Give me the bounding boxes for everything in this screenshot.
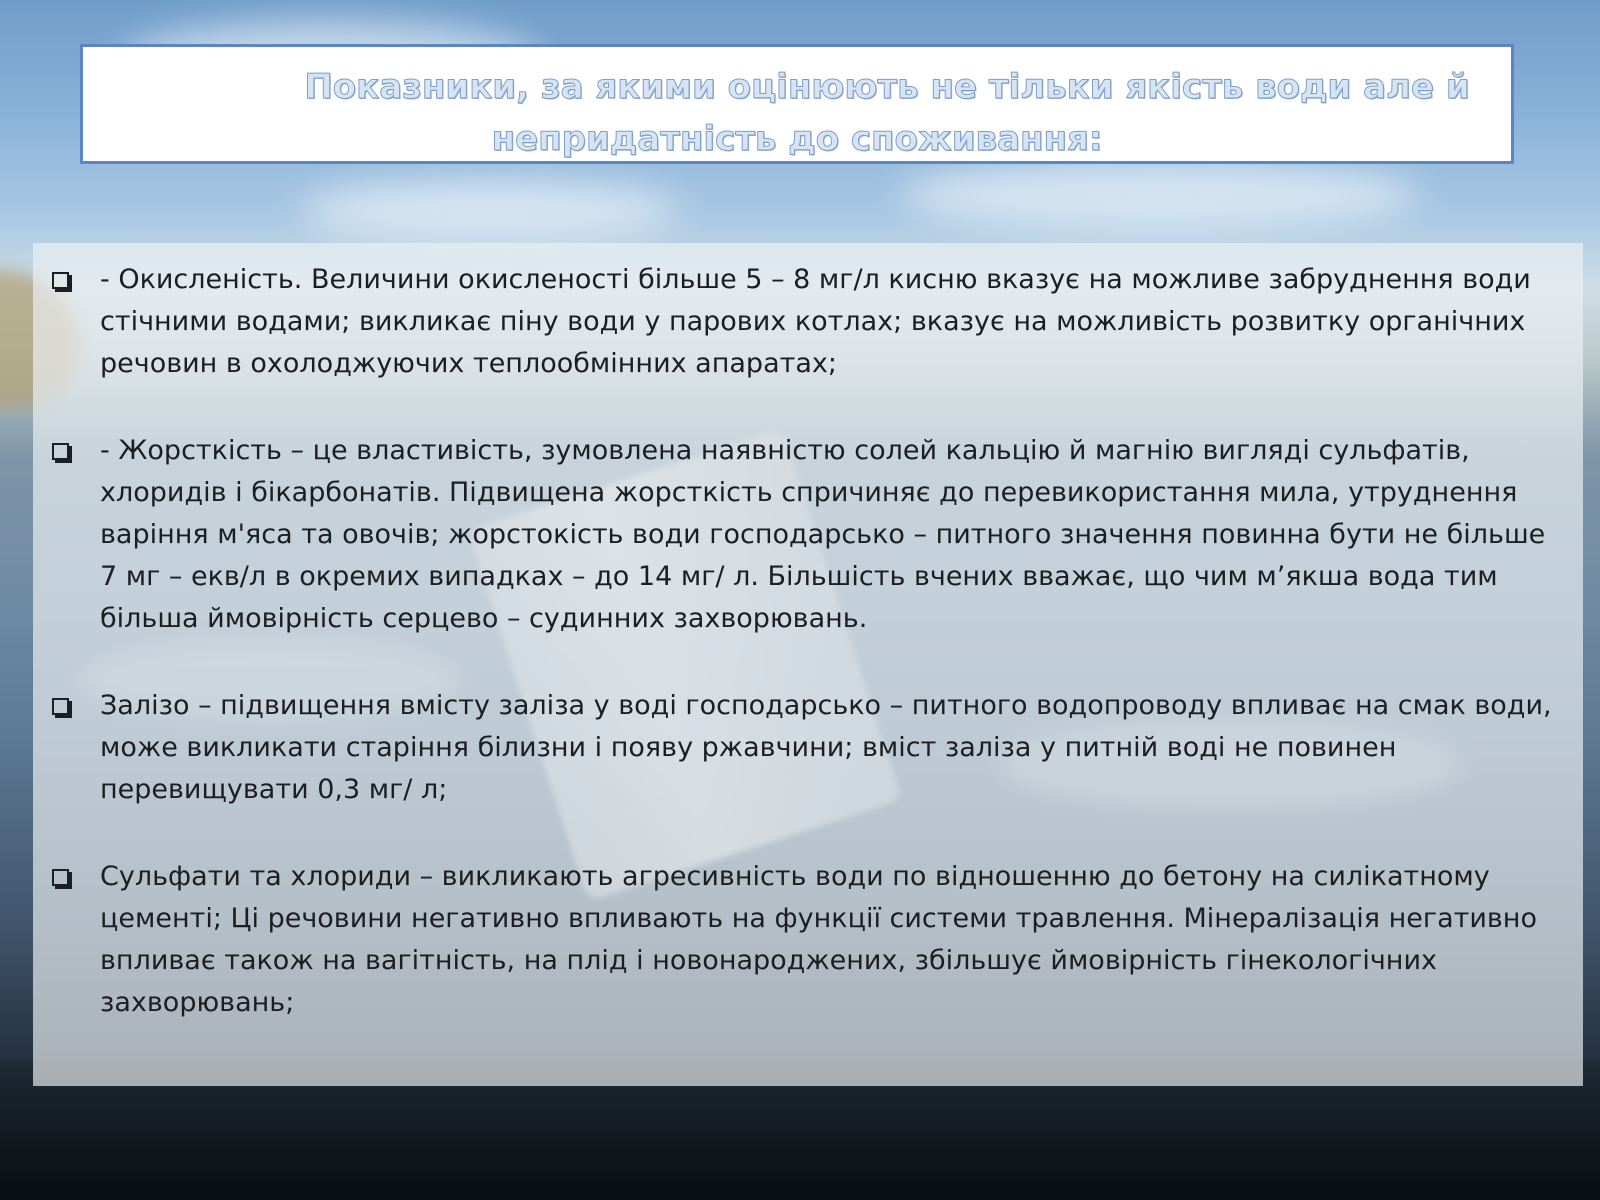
list-item: Залізо – підвищення вмісту заліза у воді…	[33, 685, 1583, 811]
list-item-text: - Жорсткість – це властивість, зумовлена…	[100, 435, 1546, 634]
checkbox-bullet-icon	[52, 272, 69, 289]
cloud	[900, 160, 1420, 230]
list-item: - Окисленість. Величини окисленості біль…	[33, 259, 1583, 385]
title-box: Показники, за якими оцінюють не тільки я…	[80, 44, 1514, 164]
checkbox-bullet-icon	[52, 443, 69, 460]
slide-title-line-1: Показники, за якими оцінюють не тільки я…	[304, 67, 1470, 108]
cloud	[300, 180, 680, 240]
checkbox-bullet-icon	[52, 698, 69, 715]
list-item: Сульфати та хлориди – викликають агресив…	[33, 856, 1583, 1024]
list-item-text: Сульфати та хлориди – викликають агресив…	[100, 861, 1537, 1018]
list-item: - Жорсткість – це властивість, зумовлена…	[33, 430, 1583, 640]
list-item-text: Залізо – підвищення вмісту заліза у воді…	[100, 690, 1552, 805]
bullet-list: - Окисленість. Величини окисленості біль…	[33, 259, 1583, 1069]
slide-title: Показники, за якими оцінюють не тільки я…	[83, 61, 1511, 165]
checkbox-bullet-icon	[52, 869, 69, 886]
list-item-text: - Окисленість. Величини окисленості біль…	[100, 264, 1531, 379]
slide-title-line-2: непридатність до споживання:	[491, 119, 1103, 160]
content-box: - Окисленість. Величини окисленості біль…	[33, 243, 1583, 1086]
